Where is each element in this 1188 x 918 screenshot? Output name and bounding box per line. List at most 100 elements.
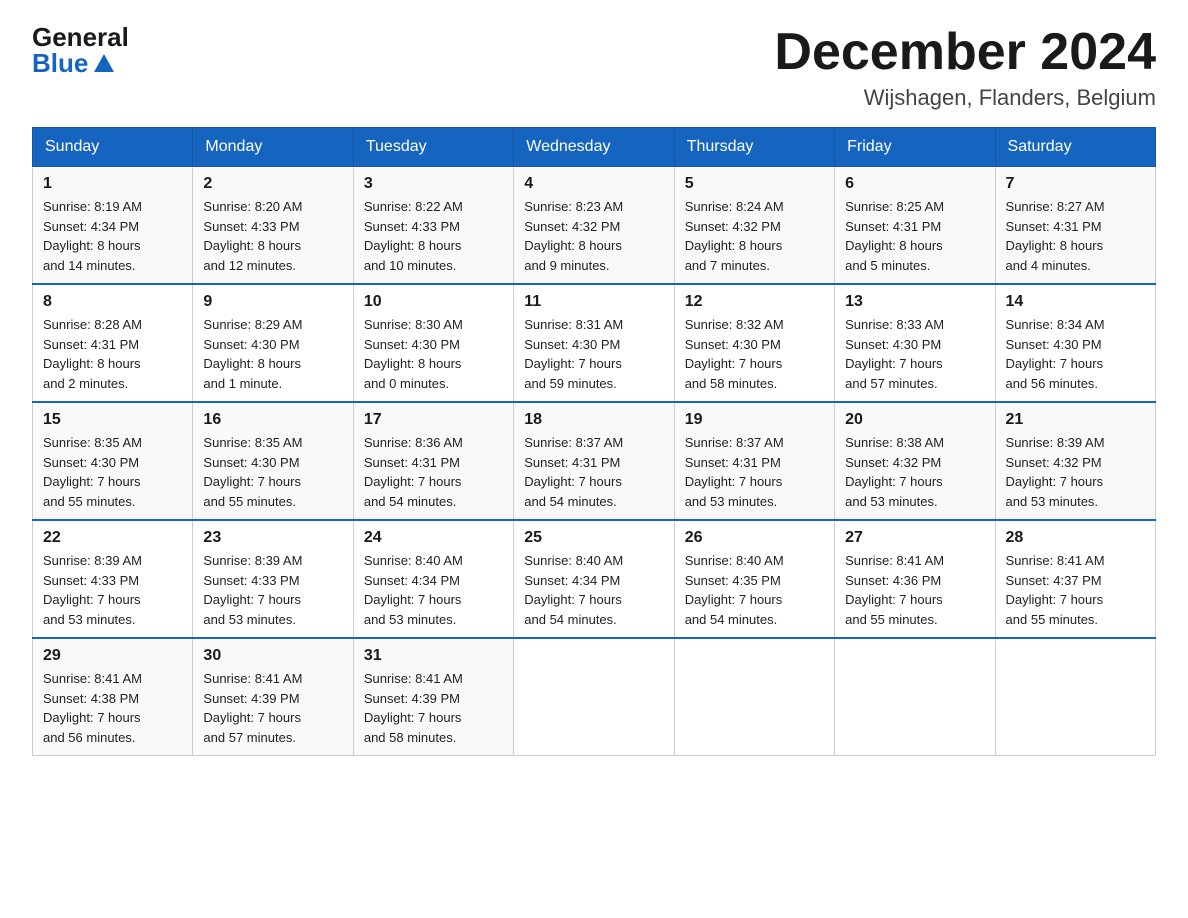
day-info: Sunrise: 8:41 AMSunset: 4:39 PMDaylight:… bbox=[364, 669, 503, 747]
calendar-cell: 27 Sunrise: 8:41 AMSunset: 4:36 PMDaylig… bbox=[835, 520, 995, 638]
calendar-cell: 25 Sunrise: 8:40 AMSunset: 4:34 PMDaylig… bbox=[514, 520, 674, 638]
day-number: 24 bbox=[364, 529, 503, 547]
calendar-cell: 29 Sunrise: 8:41 AMSunset: 4:38 PMDaylig… bbox=[33, 638, 193, 756]
day-number: 18 bbox=[524, 411, 663, 429]
calendar-cell: 3 Sunrise: 8:22 AMSunset: 4:33 PMDayligh… bbox=[353, 167, 513, 285]
calendar-cell: 1 Sunrise: 8:19 AMSunset: 4:34 PMDayligh… bbox=[33, 167, 193, 285]
day-number: 22 bbox=[43, 529, 182, 547]
day-number: 14 bbox=[1006, 293, 1145, 311]
day-number: 27 bbox=[845, 529, 984, 547]
day-info: Sunrise: 8:35 AMSunset: 4:30 PMDaylight:… bbox=[203, 433, 342, 511]
day-info: Sunrise: 8:37 AMSunset: 4:31 PMDaylight:… bbox=[524, 433, 663, 511]
calendar-cell bbox=[514, 638, 674, 756]
title-section: December 2024 Wijshagen, Flanders, Belgi… bbox=[774, 24, 1156, 111]
weekday-header-monday: Monday bbox=[193, 128, 353, 167]
calendar-table: SundayMondayTuesdayWednesdayThursdayFrid… bbox=[32, 127, 1156, 756]
calendar-week-row: 8 Sunrise: 8:28 AMSunset: 4:31 PMDayligh… bbox=[33, 284, 1156, 402]
day-number: 12 bbox=[685, 293, 824, 311]
logo: General Blue bbox=[32, 24, 129, 76]
day-number: 15 bbox=[43, 411, 182, 429]
day-info: Sunrise: 8:34 AMSunset: 4:30 PMDaylight:… bbox=[1006, 315, 1145, 393]
calendar-cell: 2 Sunrise: 8:20 AMSunset: 4:33 PMDayligh… bbox=[193, 167, 353, 285]
day-info: Sunrise: 8:23 AMSunset: 4:32 PMDaylight:… bbox=[524, 197, 663, 275]
calendar-cell: 15 Sunrise: 8:35 AMSunset: 4:30 PMDaylig… bbox=[33, 402, 193, 520]
logo-blue-text: Blue bbox=[32, 50, 114, 76]
weekday-header-row: SundayMondayTuesdayWednesdayThursdayFrid… bbox=[33, 128, 1156, 167]
calendar-cell: 24 Sunrise: 8:40 AMSunset: 4:34 PMDaylig… bbox=[353, 520, 513, 638]
calendar-cell: 30 Sunrise: 8:41 AMSunset: 4:39 PMDaylig… bbox=[193, 638, 353, 756]
calendar-week-row: 1 Sunrise: 8:19 AMSunset: 4:34 PMDayligh… bbox=[33, 167, 1156, 285]
day-number: 10 bbox=[364, 293, 503, 311]
day-info: Sunrise: 8:40 AMSunset: 4:35 PMDaylight:… bbox=[685, 551, 824, 629]
day-number: 21 bbox=[1006, 411, 1145, 429]
day-number: 6 bbox=[845, 175, 984, 193]
day-info: Sunrise: 8:25 AMSunset: 4:31 PMDaylight:… bbox=[845, 197, 984, 275]
calendar-cell: 31 Sunrise: 8:41 AMSunset: 4:39 PMDaylig… bbox=[353, 638, 513, 756]
day-info: Sunrise: 8:36 AMSunset: 4:31 PMDaylight:… bbox=[364, 433, 503, 511]
weekday-header-wednesday: Wednesday bbox=[514, 128, 674, 167]
weekday-header-thursday: Thursday bbox=[674, 128, 834, 167]
calendar-cell: 14 Sunrise: 8:34 AMSunset: 4:30 PMDaylig… bbox=[995, 284, 1155, 402]
calendar-cell: 16 Sunrise: 8:35 AMSunset: 4:30 PMDaylig… bbox=[193, 402, 353, 520]
calendar-cell: 21 Sunrise: 8:39 AMSunset: 4:32 PMDaylig… bbox=[995, 402, 1155, 520]
day-info: Sunrise: 8:41 AMSunset: 4:37 PMDaylight:… bbox=[1006, 551, 1145, 629]
day-number: 19 bbox=[685, 411, 824, 429]
page-header: General Blue December 2024 Wijshagen, Fl… bbox=[32, 24, 1156, 111]
day-number: 2 bbox=[203, 175, 342, 193]
calendar-cell: 5 Sunrise: 8:24 AMSunset: 4:32 PMDayligh… bbox=[674, 167, 834, 285]
weekday-header-tuesday: Tuesday bbox=[353, 128, 513, 167]
day-info: Sunrise: 8:39 AMSunset: 4:33 PMDaylight:… bbox=[43, 551, 182, 629]
calendar-week-row: 15 Sunrise: 8:35 AMSunset: 4:30 PMDaylig… bbox=[33, 402, 1156, 520]
calendar-cell bbox=[674, 638, 834, 756]
location-title: Wijshagen, Flanders, Belgium bbox=[774, 85, 1156, 111]
calendar-cell: 8 Sunrise: 8:28 AMSunset: 4:31 PMDayligh… bbox=[33, 284, 193, 402]
calendar-cell: 18 Sunrise: 8:37 AMSunset: 4:31 PMDaylig… bbox=[514, 402, 674, 520]
day-number: 31 bbox=[364, 647, 503, 665]
calendar-cell: 7 Sunrise: 8:27 AMSunset: 4:31 PMDayligh… bbox=[995, 167, 1155, 285]
day-info: Sunrise: 8:29 AMSunset: 4:30 PMDaylight:… bbox=[203, 315, 342, 393]
day-info: Sunrise: 8:27 AMSunset: 4:31 PMDaylight:… bbox=[1006, 197, 1145, 275]
day-number: 26 bbox=[685, 529, 824, 547]
calendar-cell: 19 Sunrise: 8:37 AMSunset: 4:31 PMDaylig… bbox=[674, 402, 834, 520]
day-info: Sunrise: 8:39 AMSunset: 4:33 PMDaylight:… bbox=[203, 551, 342, 629]
day-number: 23 bbox=[203, 529, 342, 547]
day-info: Sunrise: 8:40 AMSunset: 4:34 PMDaylight:… bbox=[364, 551, 503, 629]
logo-general-text: General bbox=[32, 24, 129, 50]
day-number: 3 bbox=[364, 175, 503, 193]
day-info: Sunrise: 8:41 AMSunset: 4:38 PMDaylight:… bbox=[43, 669, 182, 747]
calendar-cell: 13 Sunrise: 8:33 AMSunset: 4:30 PMDaylig… bbox=[835, 284, 995, 402]
day-number: 17 bbox=[364, 411, 503, 429]
calendar-cell: 10 Sunrise: 8:30 AMSunset: 4:30 PMDaylig… bbox=[353, 284, 513, 402]
day-number: 5 bbox=[685, 175, 824, 193]
day-info: Sunrise: 8:31 AMSunset: 4:30 PMDaylight:… bbox=[524, 315, 663, 393]
day-number: 1 bbox=[43, 175, 182, 193]
calendar-cell: 12 Sunrise: 8:32 AMSunset: 4:30 PMDaylig… bbox=[674, 284, 834, 402]
day-number: 20 bbox=[845, 411, 984, 429]
day-info: Sunrise: 8:39 AMSunset: 4:32 PMDaylight:… bbox=[1006, 433, 1145, 511]
day-number: 9 bbox=[203, 293, 342, 311]
day-info: Sunrise: 8:30 AMSunset: 4:30 PMDaylight:… bbox=[364, 315, 503, 393]
logo-blue-word: Blue bbox=[32, 50, 88, 76]
calendar-cell bbox=[995, 638, 1155, 756]
calendar-cell: 26 Sunrise: 8:40 AMSunset: 4:35 PMDaylig… bbox=[674, 520, 834, 638]
day-info: Sunrise: 8:33 AMSunset: 4:30 PMDaylight:… bbox=[845, 315, 984, 393]
day-info: Sunrise: 8:40 AMSunset: 4:34 PMDaylight:… bbox=[524, 551, 663, 629]
day-number: 30 bbox=[203, 647, 342, 665]
calendar-cell: 17 Sunrise: 8:36 AMSunset: 4:31 PMDaylig… bbox=[353, 402, 513, 520]
day-number: 28 bbox=[1006, 529, 1145, 547]
day-info: Sunrise: 8:35 AMSunset: 4:30 PMDaylight:… bbox=[43, 433, 182, 511]
day-number: 8 bbox=[43, 293, 182, 311]
month-title: December 2024 bbox=[774, 24, 1156, 81]
calendar-cell: 22 Sunrise: 8:39 AMSunset: 4:33 PMDaylig… bbox=[33, 520, 193, 638]
calendar-week-row: 29 Sunrise: 8:41 AMSunset: 4:38 PMDaylig… bbox=[33, 638, 1156, 756]
day-info: Sunrise: 8:32 AMSunset: 4:30 PMDaylight:… bbox=[685, 315, 824, 393]
calendar-cell: 6 Sunrise: 8:25 AMSunset: 4:31 PMDayligh… bbox=[835, 167, 995, 285]
weekday-header-sunday: Sunday bbox=[33, 128, 193, 167]
day-info: Sunrise: 8:41 AMSunset: 4:39 PMDaylight:… bbox=[203, 669, 342, 747]
day-info: Sunrise: 8:19 AMSunset: 4:34 PMDaylight:… bbox=[43, 197, 182, 275]
calendar-cell: 23 Sunrise: 8:39 AMSunset: 4:33 PMDaylig… bbox=[193, 520, 353, 638]
day-number: 16 bbox=[203, 411, 342, 429]
day-number: 25 bbox=[524, 529, 663, 547]
day-info: Sunrise: 8:38 AMSunset: 4:32 PMDaylight:… bbox=[845, 433, 984, 511]
calendar-cell: 4 Sunrise: 8:23 AMSunset: 4:32 PMDayligh… bbox=[514, 167, 674, 285]
